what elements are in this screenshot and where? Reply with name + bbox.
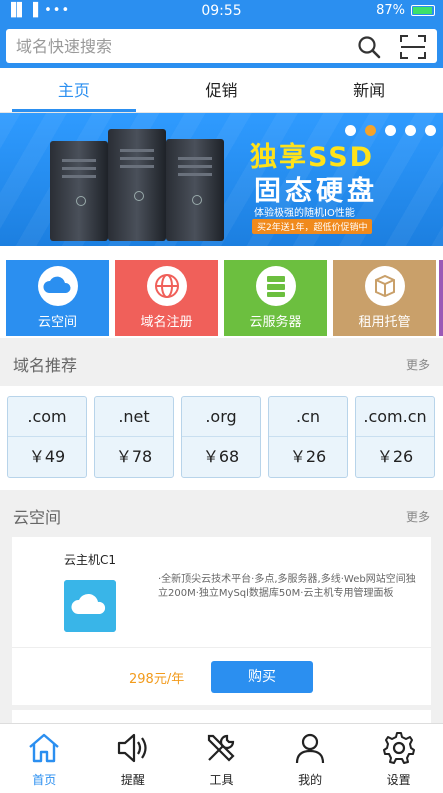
server-image — [108, 129, 166, 241]
tools-icon — [208, 734, 236, 762]
category-domain-register[interactable]: 域名注册 — [115, 260, 218, 336]
domain-card[interactable]: .com.cn ￥26 — [355, 396, 435, 478]
status-right: 87% — [376, 3, 435, 18]
domain-extension: .cn — [269, 397, 347, 437]
nav-tools[interactable]: 工具 — [177, 724, 266, 793]
carousel-dot[interactable] — [345, 125, 356, 136]
domain-list: .com ￥49 .net ￥78 .org ￥68 .cn ￥26 .com.… — [0, 386, 443, 490]
more-link[interactable]: 更多 — [406, 356, 430, 373]
domain-card[interactable]: .org ￥68 — [181, 396, 261, 478]
divider — [12, 647, 431, 648]
nav-home[interactable]: 首页 — [0, 724, 89, 793]
globe-icon — [147, 266, 187, 306]
category-label: 租用托管 — [358, 315, 411, 330]
section-title: 云空间 — [13, 508, 62, 527]
category-cloud-space[interactable]: 云空间 — [6, 260, 109, 336]
nav-settings[interactable]: 设置 — [354, 724, 443, 793]
nav-label: 设置 — [386, 773, 411, 787]
domain-section-header: 域名推荐 更多 — [0, 338, 443, 386]
buy-button[interactable]: 购买 — [211, 661, 313, 693]
domain-price: ￥26 — [289, 447, 327, 466]
nav-label: 我的 — [298, 773, 323, 787]
carousel-dot[interactable] — [385, 125, 396, 136]
domain-price: ￥78 — [115, 447, 153, 466]
cloud-section-header: 云空间 更多 — [0, 490, 443, 538]
category-scroll-edge — [439, 260, 443, 336]
domain-price: ￥49 — [28, 447, 66, 466]
product-description: ·全新顶尖云技术平台·多点,多服务器,多线·Web网站空间独立200M·独立My… — [158, 574, 416, 599]
product-name: 云主机C1 — [64, 553, 117, 567]
domain-price: ￥68 — [202, 447, 240, 466]
category-hosting[interactable]: 租用托管 — [333, 260, 436, 336]
category-label: 域名注册 — [140, 315, 193, 330]
domain-card[interactable]: .net ￥78 — [94, 396, 174, 478]
user-icon — [295, 733, 325, 764]
speaker-icon — [117, 733, 147, 763]
banner-promo-badge: 买2年送1年，超低价促销中 — [252, 219, 373, 234]
more-link[interactable]: 更多 — [406, 508, 430, 525]
nav-label: 提醒 — [120, 773, 145, 787]
product-card: 云主机C1 ·全新顶尖云技术平台·多点,多服务器,多线·Web网站空间独立200… — [12, 537, 431, 705]
battery-percent: 87% — [376, 3, 405, 18]
server-image — [50, 141, 108, 241]
scan-icon[interactable] — [399, 34, 427, 60]
domain-card[interactable]: .cn ￥26 — [268, 396, 348, 478]
banner-subtitle: 固态硬盘 — [254, 176, 378, 207]
promo-banner[interactable]: 独享SSD 固态硬盘 体验极强的随机IO性能 买2年送1年，超低价促销中 — [0, 113, 443, 246]
search-input[interactable] — [16, 36, 336, 56]
box-icon — [365, 266, 405, 306]
cloud-icon — [38, 266, 78, 306]
search-box — [6, 29, 437, 63]
search-header — [0, 24, 443, 68]
carousel-dot[interactable] — [425, 125, 436, 136]
domain-extension: .com.cn — [356, 397, 434, 437]
tab-promotions[interactable]: 促销 — [148, 68, 296, 112]
carousel-dot-active[interactable] — [365, 125, 376, 136]
bottom-nav: 首页 提醒 工具 我的 设置 — [0, 723, 443, 793]
nav-label: 首页 — [32, 773, 57, 787]
carousel-dot[interactable] — [405, 125, 416, 136]
tab-home[interactable]: 主页 — [0, 68, 148, 112]
product-price: 298元/年 — [129, 672, 185, 687]
section-title: 域名推荐 — [13, 356, 78, 375]
search-icon[interactable] — [356, 34, 382, 60]
domain-extension: .net — [95, 397, 173, 437]
tab-news[interactable]: 新闻 — [295, 68, 443, 112]
banner-description: 体验极强的随机IO性能 — [254, 208, 355, 219]
nav-label: 工具 — [209, 773, 234, 787]
category-grid: 云空间 域名注册 云服务器 租用托管 — [0, 246, 443, 338]
domain-card[interactable]: .com ￥49 — [7, 396, 87, 478]
cloud-icon — [64, 580, 116, 632]
gear-icon — [382, 732, 415, 764]
top-tabs: 主页 促销 新闻 — [0, 68, 443, 113]
server-icon — [256, 266, 296, 306]
category-label: 云服务器 — [249, 315, 302, 330]
carousel-dots — [345, 125, 436, 136]
domain-extension: .com — [8, 397, 86, 437]
domain-price: ￥26 — [376, 447, 414, 466]
nav-reminders[interactable]: 提醒 — [89, 724, 178, 793]
status-bar: ▐▌▐ ••• 09:55 87% — [0, 0, 443, 24]
battery-icon — [411, 5, 435, 16]
category-cloud-server[interactable]: 云服务器 — [224, 260, 327, 336]
nav-profile[interactable]: 我的 — [266, 724, 355, 793]
category-label: 云空间 — [37, 315, 77, 330]
home-icon — [29, 733, 60, 763]
next-product-card-edge — [12, 710, 431, 723]
server-image — [166, 139, 224, 241]
domain-extension: .org — [182, 397, 260, 437]
